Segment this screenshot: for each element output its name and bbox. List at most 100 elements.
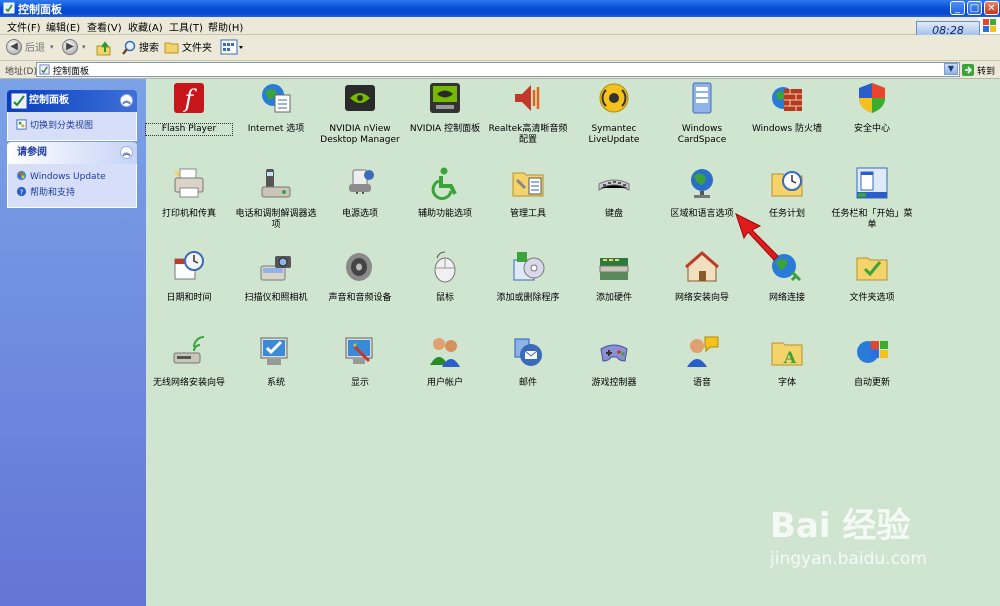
control-panel-icon xyxy=(3,2,15,14)
control-panel-item[interactable]: 键盘 xyxy=(571,166,657,220)
control-panel-item[interactable]: 电话和调制解调器选项 xyxy=(233,166,319,231)
address-input[interactable]: 控制面板 xyxy=(36,62,960,77)
item-label: 电源选项 xyxy=(341,209,378,219)
collapse-chevron-icon[interactable]: ︽ xyxy=(120,146,133,159)
window-title: 控制面板 xyxy=(18,3,62,16)
help-icon: ? xyxy=(16,186,27,196)
menu-item[interactable]: 查看(V) xyxy=(87,19,122,34)
control-panel-item[interactable]: A 字体 xyxy=(744,335,830,389)
item-label: NVIDIA nView Desktop Manager xyxy=(320,124,400,145)
control-panel-item[interactable]: Windows 防火墙 xyxy=(744,81,830,135)
control-panel-item[interactable]: 游戏控制器 xyxy=(571,335,657,389)
control-panel-item[interactable]: 系统 xyxy=(233,335,319,389)
item-label: 鼠标 xyxy=(435,293,454,303)
menu-item[interactable]: 文件(F) xyxy=(7,19,41,34)
menu-item[interactable]: 工具(T) xyxy=(169,19,203,34)
up-folder-icon[interactable] xyxy=(96,40,112,56)
add-hardware-icon xyxy=(599,258,629,280)
item-label: 网络连接 xyxy=(768,293,805,303)
control-panel-item[interactable]: 文件夹选项 xyxy=(829,250,915,304)
task-pane: 控制面板 ︽ 切换到分类视图 请参阅 ︽ Windows Update ? 帮助和… xyxy=(0,79,146,606)
control-panel-item[interactable]: NVIDIA 控制面板 xyxy=(402,81,488,135)
menu-item[interactable]: 编辑(E) xyxy=(46,19,80,34)
forward-arrow-icon[interactable]: ▶ xyxy=(62,39,78,55)
menu-item[interactable]: 收藏(A) xyxy=(128,19,163,34)
control-panel-item[interactable]: f Flash Player xyxy=(145,81,233,136)
control-panel-panel-header[interactable]: 控制面板 ︽ xyxy=(7,90,137,112)
control-panel-item[interactable]: 电源选项 xyxy=(317,166,403,220)
control-panel-item[interactable]: Windows CardSpace xyxy=(659,81,745,146)
address-dropdown-icon[interactable]: ▼ xyxy=(944,63,958,75)
item-label: 电话和调制解调器选项 xyxy=(235,209,317,230)
item-label: 添加硬件 xyxy=(595,293,632,303)
control-panel-item[interactable]: 用户帐户 xyxy=(402,335,488,389)
automatic-updates-icon xyxy=(857,341,888,363)
accessibility-icon xyxy=(431,167,457,200)
collapse-chevron-icon[interactable]: ︽ xyxy=(120,94,133,107)
control-panel-item[interactable]: NVIDIA nView Desktop Manager xyxy=(317,81,403,146)
search-icon[interactable] xyxy=(121,40,137,56)
control-panel-item[interactable]: 安全中心 xyxy=(829,81,915,135)
go-arrow-icon[interactable] xyxy=(962,64,974,76)
menu-bar: 文件(F) 编辑(E) 查看(V) 收藏(A) 工具(T) 帮助(H) xyxy=(0,17,1000,35)
svg-text:?: ? xyxy=(20,187,24,196)
control-panel-item[interactable]: 打印机和传真 xyxy=(146,166,232,220)
region-language-icon xyxy=(691,169,713,198)
search-button[interactable]: 搜索 xyxy=(139,39,159,54)
security-center-icon xyxy=(859,83,885,113)
control-panel-item[interactable]: 扫描仪和照相机 xyxy=(233,250,319,304)
control-panel-item[interactable]: 无线网络安装向导 xyxy=(146,335,232,389)
control-panel-item[interactable]: 区域和语言选项 xyxy=(659,166,745,220)
mail-icon xyxy=(514,338,542,366)
minimize-button[interactable]: _ xyxy=(950,1,965,15)
control-panel-item[interactable]: 添加硬件 xyxy=(571,250,657,304)
control-panel-item[interactable]: 自动更新 xyxy=(829,335,915,389)
control-panel-item[interactable]: 网络安装向导 xyxy=(659,250,745,304)
forward-dropdown-icon[interactable]: ▾ xyxy=(82,43,86,51)
title-bar[interactable]: 控制面板 _ □ ✕ xyxy=(0,0,1000,17)
item-label: 网络安装向导 xyxy=(674,293,729,303)
back-arrow-icon[interactable]: ◀ xyxy=(6,39,22,55)
folders-button[interactable]: 文件夹 xyxy=(182,39,212,54)
control-panel-item[interactable]: Realtek高清晰音频配置 xyxy=(485,81,571,146)
control-panel-item[interactable]: 声音和音频设备 xyxy=(317,250,403,304)
watermark-brand: Bai 经验 xyxy=(770,506,911,546)
help-support-link[interactable]: ? 帮助和支持 xyxy=(16,185,130,198)
item-label: 任务栏和「开始」菜单 xyxy=(831,209,913,230)
close-button[interactable]: ✕ xyxy=(984,1,999,15)
control-panel-item[interactable]: 日期和时间 xyxy=(146,250,232,304)
folder-options-icon xyxy=(856,257,888,281)
back-button[interactable]: 后退 xyxy=(25,39,45,54)
game-controllers-icon xyxy=(600,344,628,362)
control-panel-item[interactable]: 辅助功能选项 xyxy=(402,166,488,220)
control-panel-item[interactable]: 添加或删除程序 xyxy=(485,250,571,304)
item-label: 无线网络安装向导 xyxy=(152,378,225,388)
item-label: 文件夹选项 xyxy=(849,293,895,303)
control-panel-item[interactable]: 显示 xyxy=(317,335,403,389)
control-panel-item[interactable]: Internet 选项 xyxy=(233,81,319,135)
switch-category-view-link[interactable]: 切换到分类视图 xyxy=(16,118,130,131)
control-panel-item[interactable]: 语音 xyxy=(659,335,745,389)
windows-update-link[interactable]: Windows Update xyxy=(16,170,130,182)
windows-logo-icon xyxy=(978,17,1000,34)
control-panel-item[interactable]: 邮件 xyxy=(485,335,571,389)
control-panel-item[interactable]: 鼠标 xyxy=(402,250,488,304)
menu-item[interactable]: 帮助(H) xyxy=(208,19,243,34)
item-label: 键盘 xyxy=(604,209,623,219)
control-panel-item[interactable]: 管理工具 xyxy=(485,166,571,220)
view-mode-icon[interactable] xyxy=(220,39,244,56)
see-also-panel-header[interactable]: 请参阅 ︽ xyxy=(7,142,137,164)
go-button[interactable]: 转到 xyxy=(977,64,995,77)
item-label: 辅助功能选项 xyxy=(417,209,472,219)
control-panel-panel-title: 控制面板 xyxy=(29,95,69,106)
control-panel-item[interactable]: Symantec LiveUpdate xyxy=(571,81,657,146)
item-label: Flash Player xyxy=(145,123,233,136)
maximize-button[interactable]: □ xyxy=(967,1,982,15)
folders-icon[interactable] xyxy=(164,40,180,55)
control-panel-large-icon xyxy=(11,93,27,109)
item-label: 自动更新 xyxy=(853,378,890,388)
back-dropdown-icon[interactable]: ▾ xyxy=(50,43,54,51)
scheduled-tasks-icon xyxy=(771,171,803,197)
control-panel-item[interactable]: 任务栏和「开始」菜单 xyxy=(829,166,915,231)
watermark-url: jingyan.baidu.com xyxy=(770,549,927,569)
